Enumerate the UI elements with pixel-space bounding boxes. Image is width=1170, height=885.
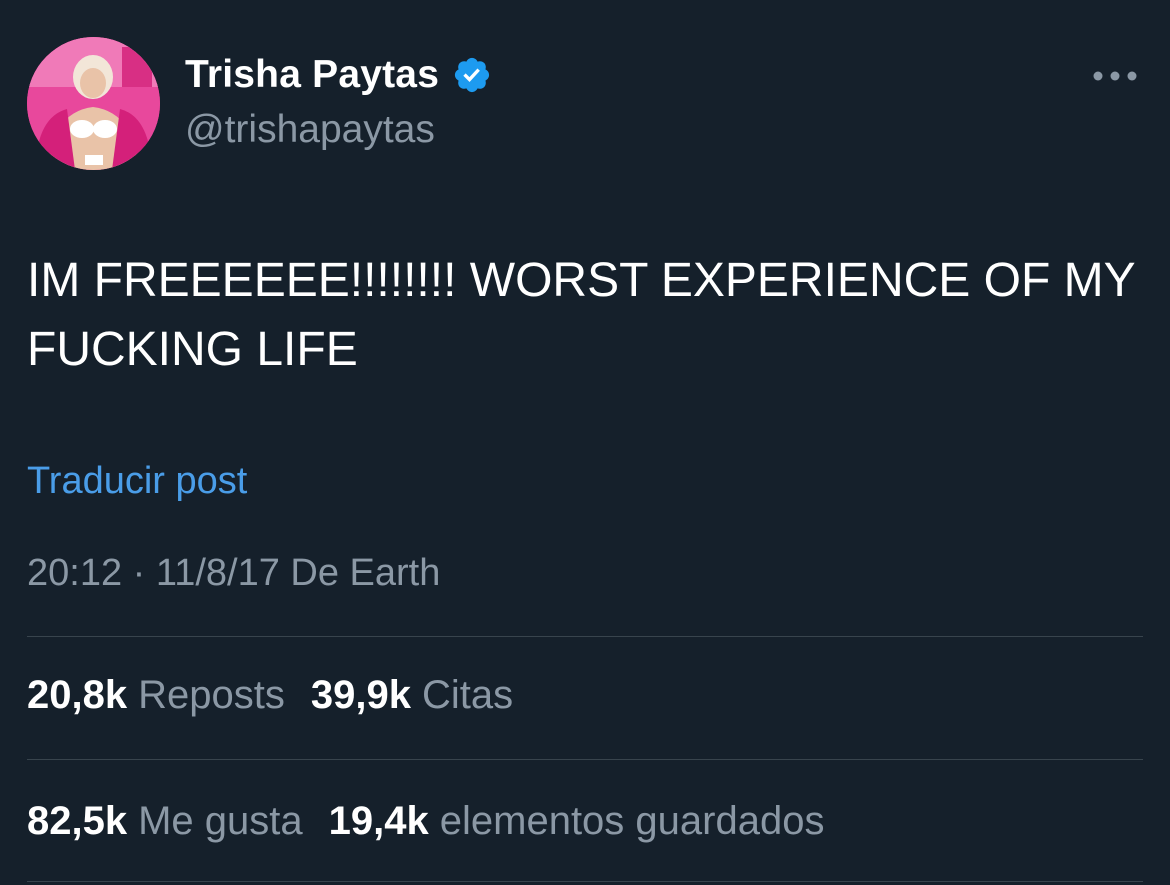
stats-row-shares: 20,8k Reposts 39,9k Citas: [27, 673, 539, 718]
bookmarks-stat[interactable]: 19,4k elementos guardados: [329, 799, 825, 844]
post-time[interactable]: 20:12: [27, 552, 122, 594]
avatar[interactable]: [27, 37, 160, 170]
bookmarks-label: elementos guardados: [439, 799, 825, 843]
likes-count: 82,5k: [27, 799, 128, 843]
post-source: De Earth: [290, 552, 441, 594]
verified-badge-icon: [455, 57, 490, 93]
author-name-row: Trisha Paytas: [185, 52, 492, 98]
likes-stat[interactable]: 82,5k Me gusta: [27, 799, 303, 844]
divider: [27, 881, 1143, 882]
divider: [27, 636, 1143, 637]
post-text-line-1: IM FREEEEEE!!!!!!!! WORST EXPERIENCE OF …: [27, 254, 1136, 307]
more-options-icon[interactable]: [1090, 64, 1140, 88]
quotes-count: 39,9k: [310, 673, 411, 717]
quotes-label: Citas: [421, 673, 514, 717]
post-metadata: 20:12 · 11/8/17 De Earth: [27, 552, 440, 595]
translate-post-link[interactable]: Traducir post: [27, 460, 247, 503]
post-text-line-2: FUCKING LIFE: [27, 323, 358, 376]
reposts-label: Reposts: [138, 673, 285, 717]
post-date[interactable]: 11/8/17: [156, 552, 280, 594]
divider: [27, 759, 1143, 760]
avatar-image: [27, 37, 160, 170]
display-name[interactable]: Trisha Paytas: [185, 53, 439, 97]
post-text: IM FREEEEEE!!!!!!!! WORST EXPERIENCE OF …: [27, 246, 1137, 384]
meta-separator: ·: [132, 552, 146, 594]
stats-row-engagement: 82,5k Me gusta 19,4k elementos guardados: [27, 799, 850, 844]
bookmarks-count: 19,4k: [328, 799, 429, 843]
quotes-stat[interactable]: 39,9k Citas: [311, 673, 513, 718]
author-handle[interactable]: @trishapaytas: [185, 108, 435, 152]
reposts-stat[interactable]: 20,8k Reposts: [27, 673, 285, 718]
tweet-detail: Trisha Paytas @trishapaytas IM FREEEEEE!…: [0, 0, 1170, 885]
reposts-count: 20,8k: [27, 673, 128, 717]
likes-label: Me gusta: [138, 799, 303, 843]
